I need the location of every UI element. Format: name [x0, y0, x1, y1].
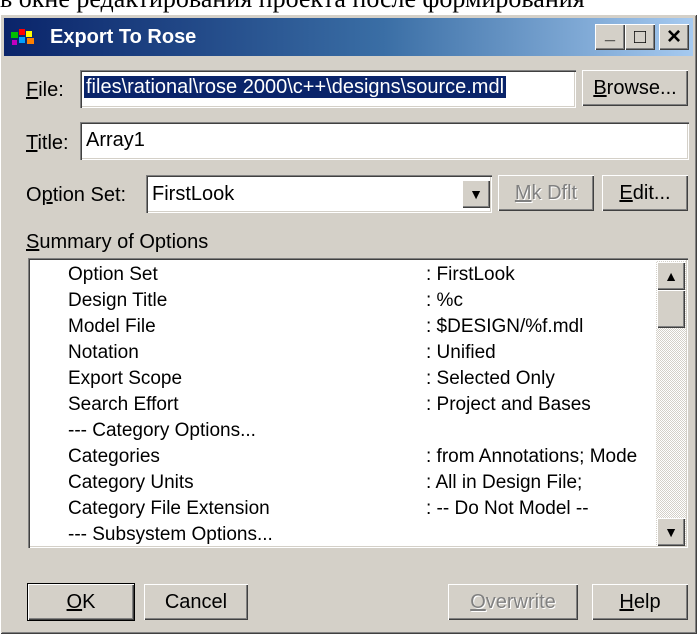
arrow-down-icon: ▼: [664, 524, 678, 540]
mk-dflt-button[interactable]: Mk Dflt: [498, 175, 594, 211]
arrow-up-icon: ▲: [664, 268, 678, 284]
ok-button[interactable]: OK: [28, 584, 134, 620]
minimize-icon: _: [604, 22, 615, 43]
close-icon: ×: [666, 23, 681, 50]
help-button[interactable]: Help: [592, 584, 688, 620]
summary-list[interactable]: Option Set: FirstLook Design Title: %c M…: [28, 258, 688, 548]
option-set-value: FirstLook: [152, 183, 235, 205]
overwrite-button[interactable]: Overwrite: [448, 584, 578, 620]
maximize-icon: □: [633, 25, 647, 48]
file-label: File:: [26, 79, 64, 101]
scrollbar-thumb[interactable]: [657, 290, 685, 328]
option-set-select[interactable]: FirstLook: [146, 175, 492, 213]
rose-app-icon: [11, 29, 34, 45]
close-button[interactable]: ×: [659, 23, 689, 50]
scroll-up-button[interactable]: ▲: [657, 262, 685, 290]
minimize-button[interactable]: _: [595, 22, 625, 50]
cancel-button[interactable]: Cancel: [144, 584, 248, 620]
title-label: Title:: [26, 132, 69, 154]
file-path-value: files\rational\rose 2000\c++\designs\sou…: [84, 76, 507, 98]
background-document-text: в окне редактирования проекта после форм…: [0, 0, 697, 14]
summary-label: Summary of Options: [26, 231, 209, 253]
title-input[interactable]: Array1: [80, 122, 689, 160]
browse-button[interactable]: Browse...: [582, 70, 688, 106]
scroll-down-button[interactable]: ▼: [657, 518, 685, 546]
dropdown-button[interactable]: ▼: [462, 180, 490, 208]
chevron-down-icon: ▼: [469, 186, 483, 202]
maximize-button[interactable]: □: [625, 24, 655, 50]
option-set-label: Option Set:: [26, 184, 127, 206]
edit-button[interactable]: Edit...: [602, 175, 688, 211]
file-path-input[interactable]: files\rational\rose 2000\c++\designs\sou…: [80, 70, 576, 108]
window-title: Export To Rose: [50, 26, 197, 48]
